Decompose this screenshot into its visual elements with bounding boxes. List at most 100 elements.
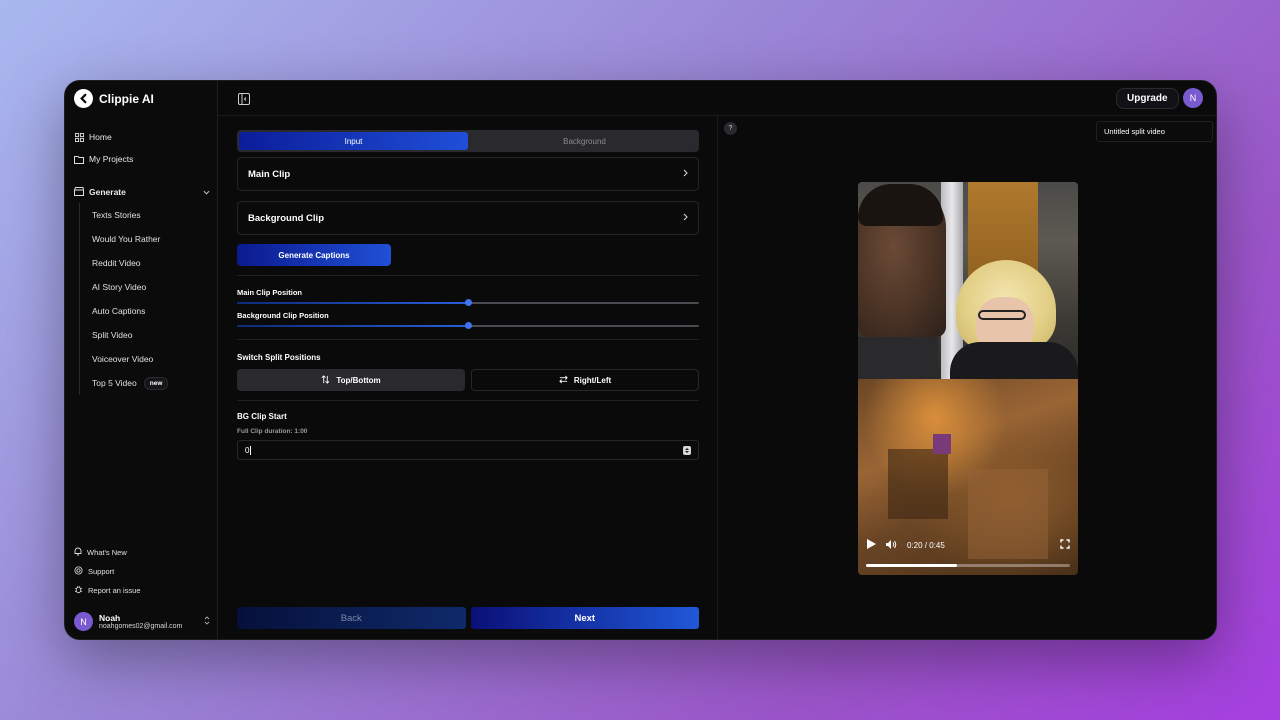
report-issue-link[interactable]: Report an issue	[74, 581, 141, 600]
sidebar-item-would-you-rather[interactable]: Would You Rather	[92, 227, 210, 251]
number-stepper-icon[interactable]	[683, 445, 691, 455]
right-left-label: Right/Left	[573, 375, 612, 385]
background-clip-section[interactable]: Background Clip	[237, 201, 699, 235]
bg-clip-start-input[interactable]: 0	[237, 440, 699, 460]
sidebar-item-label: Home	[89, 132, 112, 142]
volume-icon[interactable]	[885, 539, 897, 552]
whats-new-link[interactable]: What's New	[74, 543, 141, 562]
sidebar-item-label: Reddit Video	[92, 258, 141, 268]
folder-icon	[74, 154, 84, 164]
avatar[interactable]: N	[1183, 88, 1203, 108]
brand[interactable]: Clippie AI	[74, 89, 154, 108]
right-left-button[interactable]: Right/Left	[471, 369, 699, 391]
user-email: noahgomes02@gmail.com	[99, 623, 183, 630]
bg-clip-start-value: 0	[245, 445, 250, 455]
support-link[interactable]: Support	[74, 562, 141, 581]
support-label: Support	[88, 567, 115, 576]
bug-icon	[74, 585, 83, 596]
generate-section-toggle[interactable]: Generate	[74, 181, 210, 203]
sidebar-item-label: Would You Rather	[92, 234, 161, 244]
video-title-input[interactable]: Untitled split video	[1096, 121, 1213, 142]
sidebar-item-auto-captions[interactable]: Auto Captions	[92, 299, 210, 323]
background-clip-label: Background Clip	[248, 212, 325, 224]
tab-background[interactable]: Background	[470, 130, 699, 152]
clapperboard-icon	[74, 186, 84, 198]
main-clip-position-slider[interactable]	[237, 299, 699, 307]
generate-captions-button[interactable]: Generate Captions	[237, 244, 391, 266]
chevron-right-icon	[683, 213, 688, 224]
fullscreen-icon[interactable]	[1060, 539, 1070, 551]
arrows-left-right-icon	[559, 375, 568, 386]
main-clip-label: Main Clip	[248, 168, 291, 180]
chevron-down-icon	[203, 187, 210, 197]
sidebar-item-label: Voiceover Video	[92, 354, 154, 364]
preview-panel: ? Untitled split video 0:20 / 0:45	[717, 116, 1216, 639]
report-issue-label: Report an issue	[88, 586, 141, 595]
sidebar-nav: Home My Projects Generate Texts Stories	[74, 126, 210, 395]
app-window: Clippie AI Home My Projects Generate Tex…	[64, 80, 1217, 640]
main-clip-position-label: Main Clip Position	[237, 288, 302, 297]
bg-clip-start-label: BG Clip Start	[237, 412, 287, 421]
chevron-updown-icon	[204, 616, 210, 627]
sidebar-item-home[interactable]: Home	[74, 126, 210, 148]
sidebar-item-label: My Projects	[89, 154, 134, 164]
background-clip-position-slider[interactable]	[237, 322, 699, 330]
video-progress-bar[interactable]	[866, 564, 1070, 567]
video-progress-played	[866, 564, 957, 567]
top-bottom-label: Top/Bottom	[336, 375, 381, 385]
avatar: N	[74, 612, 93, 631]
arrows-up-down-icon	[321, 374, 330, 386]
generate-submenu: Texts Stories Would You Rather Reddit Vi…	[79, 203, 210, 395]
divider	[237, 275, 699, 276]
video-player[interactable]: 0:20 / 0:45	[858, 182, 1078, 575]
text-caret	[250, 445, 252, 455]
back-button[interactable]: Back	[237, 607, 466, 629]
next-button[interactable]: Next	[470, 607, 699, 629]
lifebuoy-icon	[74, 566, 83, 577]
sidebar-item-voiceover-video[interactable]: Voiceover Video	[92, 347, 210, 371]
sidebar-item-reddit-video[interactable]: Reddit Video	[92, 251, 210, 275]
chevron-right-icon	[683, 169, 688, 180]
main-clip-section[interactable]: Main Clip	[237, 157, 699, 191]
switch-split-options: Top/Bottom Right/Left	[237, 369, 699, 391]
upgrade-button[interactable]: Upgrade	[1116, 88, 1179, 109]
slider-fill	[237, 302, 468, 304]
topbar: Upgrade N	[218, 81, 1216, 116]
bell-icon	[74, 547, 82, 558]
sidebar-item-split-video[interactable]: Split Video	[92, 323, 210, 347]
clippie-logo-icon	[74, 89, 93, 108]
sidebar-item-label: Texts Stories	[92, 210, 141, 220]
form-navigation: Back Next	[237, 607, 699, 629]
slider-thumb[interactable]	[464, 322, 472, 329]
play-icon[interactable]	[866, 538, 877, 552]
top-bottom-button[interactable]: Top/Bottom	[237, 369, 465, 391]
split-video-form: Input Background Main Clip Background Cl…	[237, 130, 699, 460]
sidebar-toggle-icon[interactable]	[238, 92, 250, 105]
divider	[237, 339, 699, 340]
sidebar-item-label: Top 5 Video	[92, 378, 137, 388]
video-time: 0:20 / 0:45	[907, 540, 945, 550]
new-badge: new	[143, 376, 169, 390]
grid-icon	[74, 132, 84, 142]
sidebar-item-texts-stories[interactable]: Texts Stories	[92, 203, 210, 227]
user-info: Noah noahgomes02@gmail.com	[99, 613, 182, 630]
background-clip-position-label: Background Clip Position	[237, 311, 329, 320]
sidebar-item-top-5-video[interactable]: Top 5 Video new	[92, 371, 210, 395]
video-controls: 0:20 / 0:45	[866, 538, 1070, 552]
main-clip-frame	[858, 182, 1078, 379]
switch-split-label: Switch Split Positions	[237, 353, 321, 362]
generate-label: Generate	[89, 187, 126, 197]
divider	[237, 400, 699, 401]
sidebar-footer-links: What's New Support Report an issue	[74, 543, 141, 600]
form-tabs: Input Background	[237, 130, 699, 152]
brand-name: Clippie AI	[99, 91, 154, 106]
sidebar-item-label: Auto Captions	[92, 306, 146, 316]
sidebar-item-ai-story-video[interactable]: AI Story Video	[92, 275, 210, 299]
tab-input[interactable]: Input	[239, 132, 468, 150]
user-name: Noah	[99, 613, 121, 623]
slider-thumb[interactable]	[464, 299, 472, 306]
user-menu[interactable]: N Noah noahgomes02@gmail.com	[74, 612, 210, 631]
help-button[interactable]: ?	[724, 122, 737, 135]
sidebar-item-label: Split Video	[92, 330, 133, 340]
sidebar-item-projects[interactable]: My Projects	[74, 148, 210, 170]
